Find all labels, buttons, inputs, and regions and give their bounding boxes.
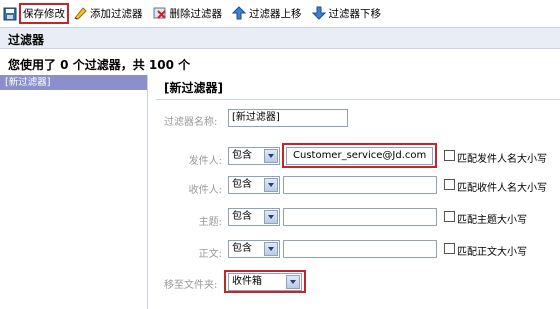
sender-operator-value: 包含 bbox=[232, 150, 252, 161]
filter-editor-title: [新过滤器] bbox=[164, 81, 223, 95]
delete-filter-label: 删除过滤器 bbox=[169, 7, 223, 20]
recipient-input[interactable] bbox=[283, 176, 437, 194]
filter-name-input[interactable]: [新过滤器] bbox=[228, 109, 348, 127]
sender-operator-select[interactable]: 包含 bbox=[228, 147, 280, 165]
chevron-down-icon bbox=[286, 275, 300, 289]
add-filter-icon bbox=[74, 7, 87, 20]
add-filter-button[interactable]: 添加过滤器 bbox=[73, 3, 143, 23]
chevron-down-icon bbox=[264, 210, 278, 224]
subject-input[interactable] bbox=[283, 208, 437, 226]
subject-operator-select[interactable]: 包含 bbox=[228, 208, 280, 226]
body-input[interactable] bbox=[283, 240, 437, 258]
move-to-folder-label: 移至文件夹: bbox=[164, 280, 218, 291]
recipient-operator-select[interactable]: 包含 bbox=[228, 176, 280, 194]
save-button[interactable]: 保存修改 bbox=[3, 3, 69, 24]
match-recipient-case-checkbox[interactable] bbox=[444, 179, 455, 190]
arrow-down-icon bbox=[311, 6, 326, 20]
save-icon bbox=[3, 7, 17, 20]
filter-list: [新过滤器] bbox=[0, 75, 148, 309]
match-recipient-case-label: 匹配收件人名大小写 bbox=[457, 183, 547, 194]
recipient-label: 收件人: bbox=[188, 185, 222, 196]
body-operator-select[interactable]: 包含 bbox=[228, 240, 280, 258]
save-label: 保存修改 bbox=[19, 3, 69, 24]
delete-filter-button[interactable]: 删除过滤器 bbox=[153, 3, 223, 23]
match-sender-case-label: 匹配发件人名大小写 bbox=[457, 154, 547, 165]
filter-usage-summary: 您使用了 0 个过滤器，共 100 个 bbox=[8, 58, 191, 72]
move-to-folder-value: 收件箱 bbox=[232, 276, 262, 287]
toolbar: 保存修改 添加过滤器 删除过滤器 过滤器上移 过滤器下移 bbox=[0, 0, 560, 26]
move-filter-down-button[interactable]: 过滤器下移 bbox=[311, 3, 382, 23]
filter-editor: [新过滤器] 过滤器名称: [新过滤器] 发件人: 包含 Customer_se… bbox=[156, 75, 560, 309]
chevron-down-icon bbox=[264, 242, 278, 256]
move-filter-down-label: 过滤器下移 bbox=[328, 7, 382, 20]
match-body-case-label: 匹配正文大小写 bbox=[457, 247, 527, 258]
add-filter-label: 添加过滤器 bbox=[90, 7, 143, 20]
chevron-down-icon bbox=[264, 149, 278, 163]
filter-name-label: 过滤器名称: bbox=[164, 117, 218, 128]
delete-filter-icon bbox=[153, 7, 166, 19]
move-to-folder-select[interactable]: 收件箱 bbox=[228, 273, 302, 291]
divider bbox=[156, 99, 560, 100]
chevron-down-icon bbox=[264, 178, 278, 192]
page-title-bar: 过滤器 bbox=[0, 27, 560, 49]
subject-operator-value: 包含 bbox=[232, 211, 252, 222]
match-subject-case-label: 匹配主题大小写 bbox=[457, 215, 527, 226]
move-filter-up-label: 过滤器上移 bbox=[249, 7, 302, 20]
arrow-up-icon bbox=[232, 6, 246, 20]
filter-list-item[interactable]: [新过滤器] bbox=[0, 75, 147, 90]
match-sender-case-checkbox[interactable] bbox=[444, 150, 455, 161]
sender-label: 发件人: bbox=[188, 156, 222, 167]
body-label: 正文: bbox=[198, 249, 222, 260]
match-subject-case-checkbox[interactable] bbox=[444, 211, 455, 222]
page-title: 过滤器 bbox=[8, 33, 45, 47]
recipient-operator-value: 包含 bbox=[232, 179, 252, 190]
move-filter-up-button[interactable]: 过滤器上移 bbox=[232, 3, 302, 23]
body-operator-value: 包含 bbox=[232, 243, 252, 254]
sender-input[interactable]: Customer_service@Jd.com bbox=[286, 147, 433, 165]
match-body-case-checkbox[interactable] bbox=[444, 243, 455, 254]
subject-label: 主题: bbox=[198, 217, 222, 228]
